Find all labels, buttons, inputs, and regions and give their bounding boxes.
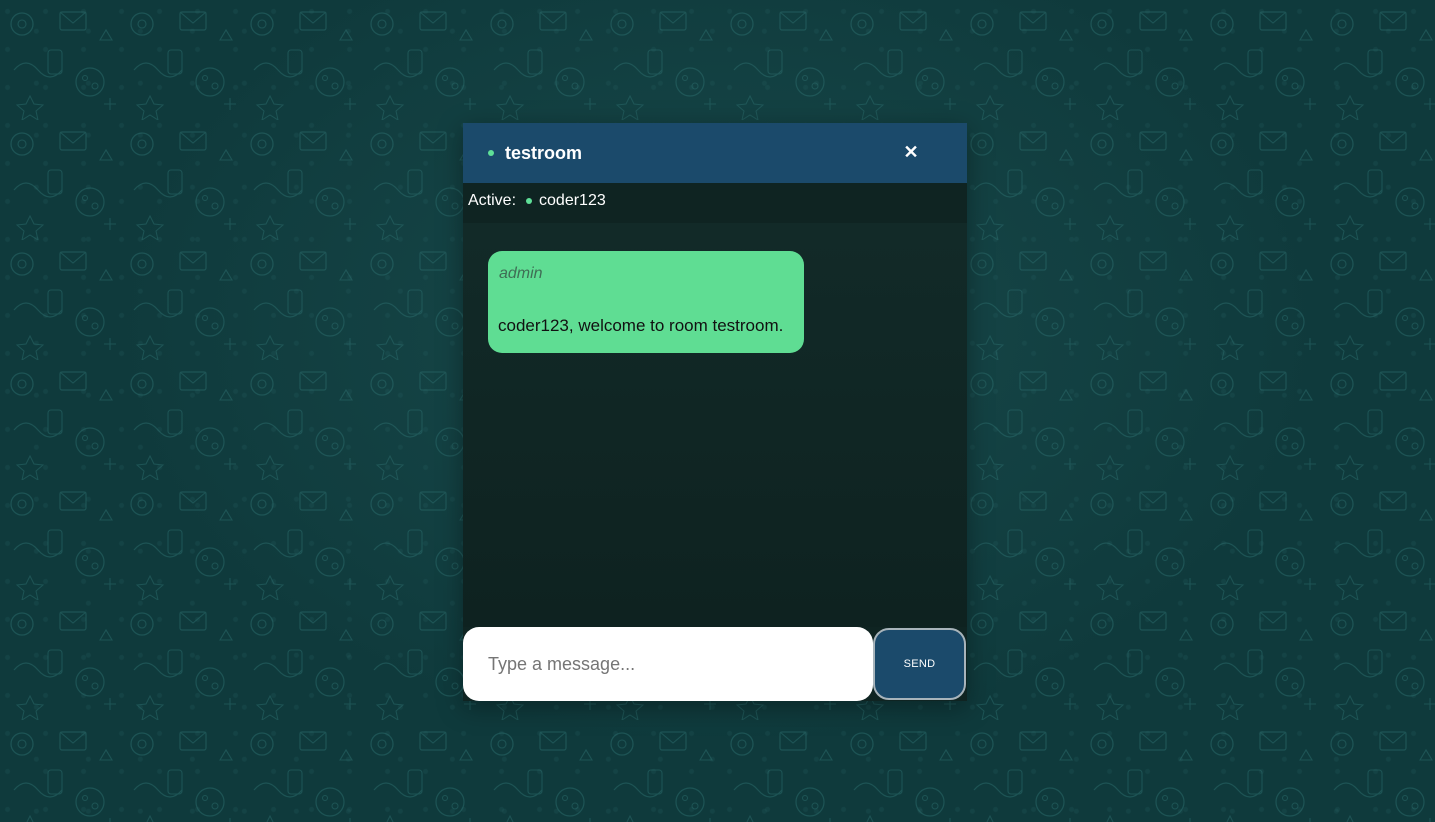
message-composer: SEND — [463, 627, 967, 701]
send-button[interactable]: SEND — [873, 628, 966, 700]
message-text: coder123, welcome to room testroom. — [498, 316, 784, 335]
message-author: admin — [499, 265, 543, 282]
user-online-dot — [526, 198, 533, 204]
close-icon[interactable]: ✕ — [903, 142, 919, 162]
room-title: testroom — [505, 142, 583, 163]
message-list[interactable]: admin coder123, welcome to room testroom… — [463, 223, 967, 627]
chat-header: testroom ✕ — [463, 123, 967, 183]
active-users-bar: Active: coder123 — [468, 192, 606, 210]
online-status-dot — [488, 150, 494, 156]
message-bubble: admin coder123, welcome to room testroom… — [488, 251, 804, 353]
chat-window: testroom ✕ Active: coder123 admin coder1… — [463, 123, 967, 701]
active-user-name: coder123 — [539, 192, 606, 209]
message-input[interactable] — [463, 627, 873, 701]
active-label: Active: — [468, 192, 517, 209]
